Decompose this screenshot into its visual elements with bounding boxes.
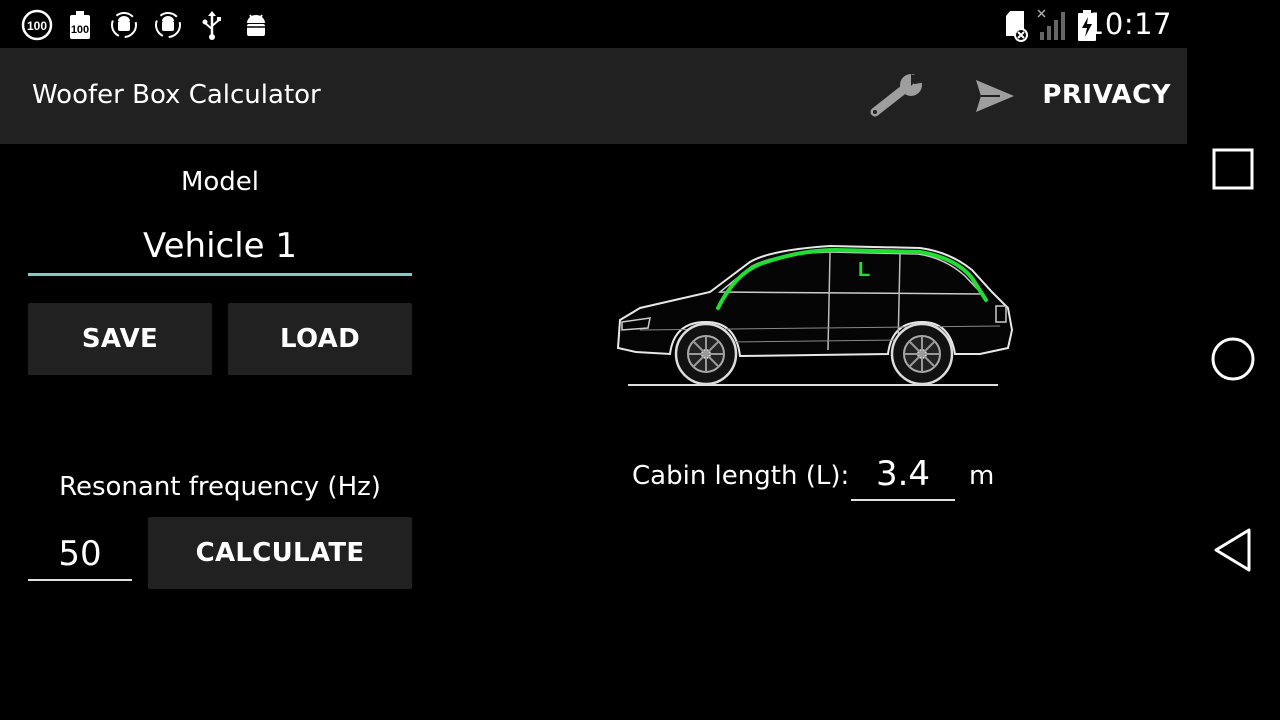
android-debug-icon [242,8,270,42]
resonant-frequency-label: Resonant frequency (Hz) [59,472,381,502]
share-button[interactable] [964,68,1024,124]
battery-100-circle-icon: 100 [20,8,54,42]
home-button[interactable] [1209,335,1257,383]
status-time: 10:17 [1085,7,1172,41]
send-icon [976,80,1014,112]
android-sync-icon [152,8,184,42]
cabin-length-unit: m [969,461,995,491]
settings-button[interactable] [864,68,932,124]
back-button[interactable] [1209,526,1257,574]
svg-text:100: 100 [71,24,89,36]
load-button[interactable]: LOAD [228,303,412,375]
cabin-length-label: Cabin length (L): [632,461,850,491]
battery-100-icon: 100 [66,8,94,42]
no-signal-icon [1036,8,1068,42]
sd-card-error-icon [1004,8,1030,42]
usb-icon [200,8,224,42]
save-button[interactable]: SAVE [28,303,212,375]
status-bar: 100 100 10:17 [0,0,1187,48]
circle-icon [1211,337,1255,381]
svg-text:100: 100 [27,19,47,33]
android-sync-icon [108,8,140,42]
privacy-button[interactable]: PRIVACY [1042,80,1171,110]
cabin-length-marker: L [858,259,870,281]
calculate-button[interactable]: CALCULATE [148,517,412,589]
cabin-length-input[interactable]: 3.4 [851,450,955,501]
car-diagram: L [600,230,1020,400]
app-bar: Woofer Box Calculator PRIVACY [0,48,1187,144]
model-name-input[interactable]: Vehicle 1 [28,218,412,276]
app-title: Woofer Box Calculator [32,80,321,110]
frequency-input[interactable]: 50 [28,530,132,581]
model-label: Model [180,167,260,197]
square-icon [1212,148,1254,190]
wrench-icon [870,72,928,117]
recents-button[interactable] [1209,145,1257,193]
navigation-bar [1187,0,1280,720]
triangle-back-icon [1214,528,1251,572]
